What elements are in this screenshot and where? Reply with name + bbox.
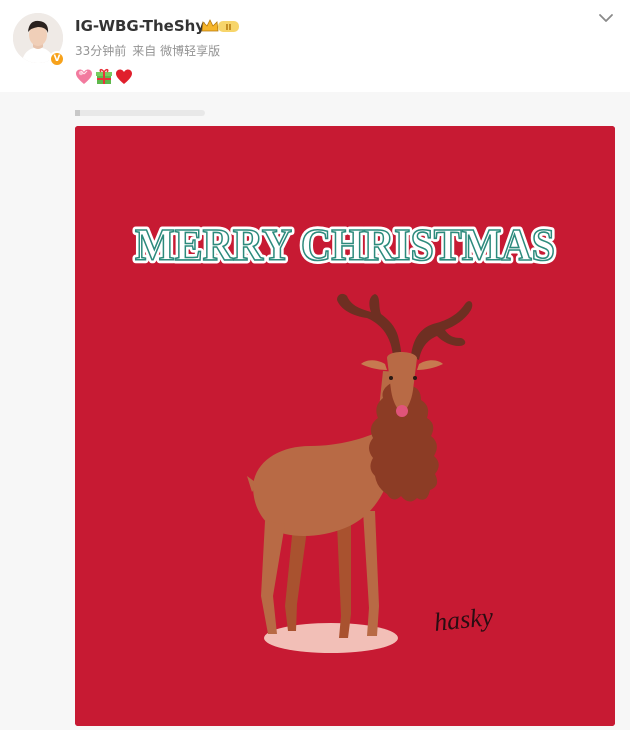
loading-bar	[75, 110, 205, 116]
chevron-down-icon[interactable]	[596, 10, 616, 26]
post-time[interactable]: 33分钟前	[75, 44, 126, 58]
artist-signature: hasky	[433, 602, 495, 637]
post-source: 来自 微博轻享版	[132, 44, 221, 58]
ground-shadow	[264, 623, 398, 653]
post-image[interactable]: MERRY CHRISTMAS MERRY CHRISTMAS hasky	[75, 126, 615, 726]
author-name[interactable]: IG-WBG-TheShy	[75, 16, 205, 36]
image-headline-face: MERRY CHRISTMAS	[135, 220, 555, 270]
svg-text:II: II	[226, 23, 232, 32]
vip-crown-icon: II	[201, 19, 239, 32]
post-text	[75, 68, 133, 86]
gift-emoji	[96, 68, 112, 84]
post-meta: 33分钟前 来自 微博轻享版	[75, 43, 226, 59]
verified-badge: V	[49, 51, 65, 67]
post-header: V IG-WBG-TheShy II 33分钟前 来自 微博轻享版	[0, 0, 630, 92]
heart-with-ribbon-emoji	[76, 69, 92, 84]
red-heart-emoji	[116, 69, 132, 84]
